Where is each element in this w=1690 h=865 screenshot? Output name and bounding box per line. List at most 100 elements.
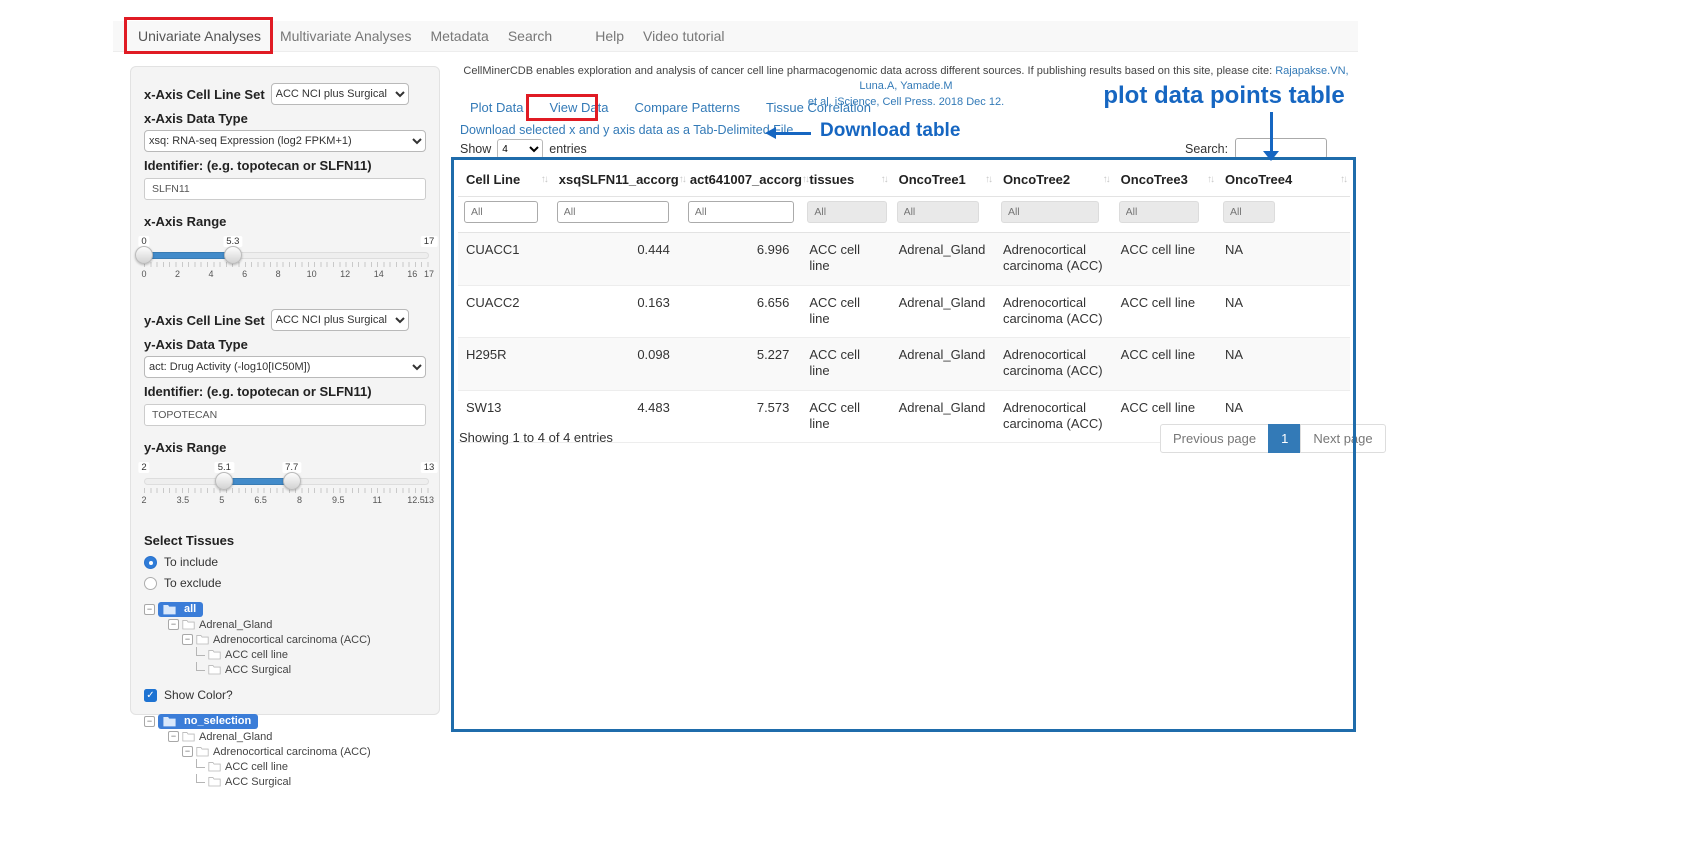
radio-include-icon[interactable] [144, 556, 157, 569]
nav-multivariate-analyses[interactable]: Multivariate Analyses [280, 28, 412, 44]
table-cell: NA [1217, 233, 1350, 286]
sort-icon[interactable]: ↑↓ [881, 174, 887, 185]
slider-tick-label: 11 [373, 495, 382, 505]
tree-node-selected[interactable]: all [158, 602, 203, 617]
column-header-label: xsqSLFN11_accorg [559, 172, 679, 187]
slider-tick-label: 0 [141, 269, 146, 279]
column-header-oncotree2[interactable]: OncoTree2↑↓ [995, 162, 1113, 197]
slider-handle-to[interactable] [283, 472, 301, 490]
tree-node-label: Adrenal_Gland [199, 619, 272, 631]
filter-cell [995, 197, 1113, 233]
tree-root-all[interactable]: − all [144, 602, 426, 617]
x-axis-range-slider[interactable]: 05.317024681012141617 [144, 235, 429, 283]
column-header-label: OncoTree3 [1121, 172, 1188, 187]
table-search-input[interactable] [1235, 138, 1327, 159]
y-identifier-input[interactable] [144, 404, 426, 426]
nav-search[interactable]: Search [508, 28, 552, 44]
tab-compare-patterns[interactable]: Compare Patterns [635, 100, 741, 115]
nav-metadata[interactable]: Metadata [430, 28, 488, 44]
show-color-checkbox[interactable]: ✓ [144, 689, 157, 702]
tab-view-data[interactable]: View Data [549, 100, 608, 115]
column-filter-input[interactable] [688, 201, 794, 223]
sort-icon[interactable]: ↑↓ [1340, 174, 1346, 185]
column-header-label: OncoTree4 [1225, 172, 1292, 187]
radio-exclude-icon[interactable] [144, 577, 157, 590]
tissues-exclude-option[interactable]: To exclude [144, 576, 426, 590]
tree-collapse-icon[interactable]: − [144, 604, 155, 615]
column-header-act641007-accorg[interactable]: act641007_accorg↑↓ [682, 162, 802, 197]
nav-video-tutorial[interactable]: Video tutorial [643, 28, 724, 44]
y-data-type-select[interactable]: act: Drug Activity (-log10[IC50M]) [144, 356, 426, 378]
tree-leaf-acc-cell-line[interactable]: ACC cell line [144, 759, 426, 774]
sort-icon[interactable]: ↑↓ [802, 174, 808, 185]
x-data-type-select[interactable]: xsq: RNA-seq Expression (log2 FPKM+1) [144, 130, 426, 152]
tree-node-adrenal-gland[interactable]: −Adrenal_Gland [144, 729, 426, 744]
column-filter-input[interactable] [464, 201, 538, 223]
tree-collapse-icon[interactable]: − [144, 716, 155, 727]
table-search-control: Search: [1185, 138, 1327, 159]
tab-plot-data[interactable]: Plot Data [470, 100, 523, 115]
pagination: Previous page 1 Next page [1160, 424, 1386, 453]
column-header-oncotree3[interactable]: OncoTree3 ↑↓ [1113, 162, 1217, 197]
tree-leaf-acc-surgical[interactable]: ACC Surgical [144, 774, 426, 789]
tree-node-label: all [184, 603, 196, 615]
column-header-tissues[interactable]: tissues↑↓ [801, 162, 890, 197]
sort-icon[interactable]: ↑↓ [1103, 174, 1109, 185]
tree-node-adrenal-gland[interactable]: − Adrenal_Gland [144, 617, 426, 632]
column-header-cell-line[interactable]: Cell Line↑↓ [458, 162, 551, 197]
slider-handle-from[interactable] [135, 246, 153, 264]
sort-icon[interactable]: ↑↓ [985, 174, 991, 185]
tree-collapse-icon[interactable]: − [168, 619, 179, 630]
tree-leaf-acc-cell-line[interactable]: ACC cell line [144, 647, 426, 662]
tree-root-no_selection[interactable]: −no_selection [144, 714, 426, 729]
sort-icon[interactable]: ↑↓ [679, 174, 685, 185]
plot-data-points-table: Cell Line↑↓xsqSLFN11_accorg↑↓act641007_a… [458, 162, 1350, 443]
tab-tissue-correlation[interactable]: Tissue Correlation [766, 100, 871, 115]
sort-icon[interactable]: ↑↓ [541, 174, 547, 185]
slider-tick-label: 12 [340, 269, 350, 279]
x-cell-line-set-select[interactable]: ACC NCI plus Surgical [271, 83, 409, 105]
entries-count-select[interactable]: 4 [497, 139, 543, 159]
filter-cell [1113, 197, 1217, 233]
slider-max-label: 17 [421, 236, 438, 247]
table-cell: Adrenal_Gland [891, 233, 995, 286]
folder-icon [196, 746, 209, 757]
table-header-row: Cell Line↑↓xsqSLFN11_accorg↑↓act641007_a… [458, 162, 1350, 197]
table-cell: 0.444 [551, 233, 682, 286]
previous-page-button[interactable]: Previous page [1160, 424, 1269, 453]
nav-univariate-analyses[interactable]: Univariate Analyses [138, 28, 261, 44]
y-cell-line-set-select[interactable]: ACC NCI plus Surgical [271, 309, 409, 331]
slider-handle-to[interactable] [224, 246, 242, 264]
column-header-oncotree1[interactable]: OncoTree1↑↓ [891, 162, 995, 197]
tissues-include-option[interactable]: To include [144, 555, 426, 569]
next-page-button[interactable]: Next page [1300, 424, 1385, 453]
column-header-oncotree4[interactable]: OncoTree4 ↑↓ [1217, 162, 1350, 197]
tree-leaf-acc-surgical[interactable]: ACC Surgical [144, 662, 426, 677]
show-label: Show [460, 142, 491, 156]
column-filter-input [807, 201, 887, 223]
tree-node-acc[interactable]: −Adrenocortical carcinoma (ACC) [144, 632, 426, 647]
slider-tick-label: 13 [424, 495, 434, 505]
column-filter-input [897, 201, 979, 223]
download-tab-delimited-link[interactable]: Download selected x and y axis data as a… [460, 123, 793, 137]
tree-collapse-icon[interactable]: − [182, 634, 193, 645]
tree-node-selected[interactable]: no_selection [158, 714, 258, 729]
table-row: CUACC20.1636.656ACC cell lineAdrenal_Gla… [458, 285, 1350, 338]
tree-collapse-icon[interactable]: − [182, 746, 193, 757]
sort-icon[interactable]: ↑↓ [1207, 174, 1213, 185]
table-cell: 6.996 [682, 233, 802, 286]
y-axis-range-slider[interactable]: 25.17.71323.556.589.51112.513 [144, 461, 429, 509]
select-tissues-heading: Select Tissues [144, 533, 426, 548]
slider-tick-label: 8 [297, 495, 302, 505]
tree-node-label: ACC Surgical [225, 776, 291, 788]
folder-icon [208, 649, 221, 660]
page-1-button[interactable]: 1 [1268, 424, 1301, 453]
nav-help[interactable]: Help [595, 28, 624, 44]
column-header-xsqslfn11-accorg[interactable]: xsqSLFN11_accorg↑↓ [551, 162, 682, 197]
x-identifier-input[interactable] [144, 178, 426, 200]
column-filter-input[interactable] [557, 201, 669, 223]
table-info-text: Showing 1 to 4 of 4 entries [459, 430, 613, 445]
show-color-option[interactable]: ✓ Show Color? [144, 688, 426, 702]
tree-node-acc[interactable]: −Adrenocortical carcinoma (ACC) [144, 744, 426, 759]
tree-collapse-icon[interactable]: − [168, 731, 179, 742]
